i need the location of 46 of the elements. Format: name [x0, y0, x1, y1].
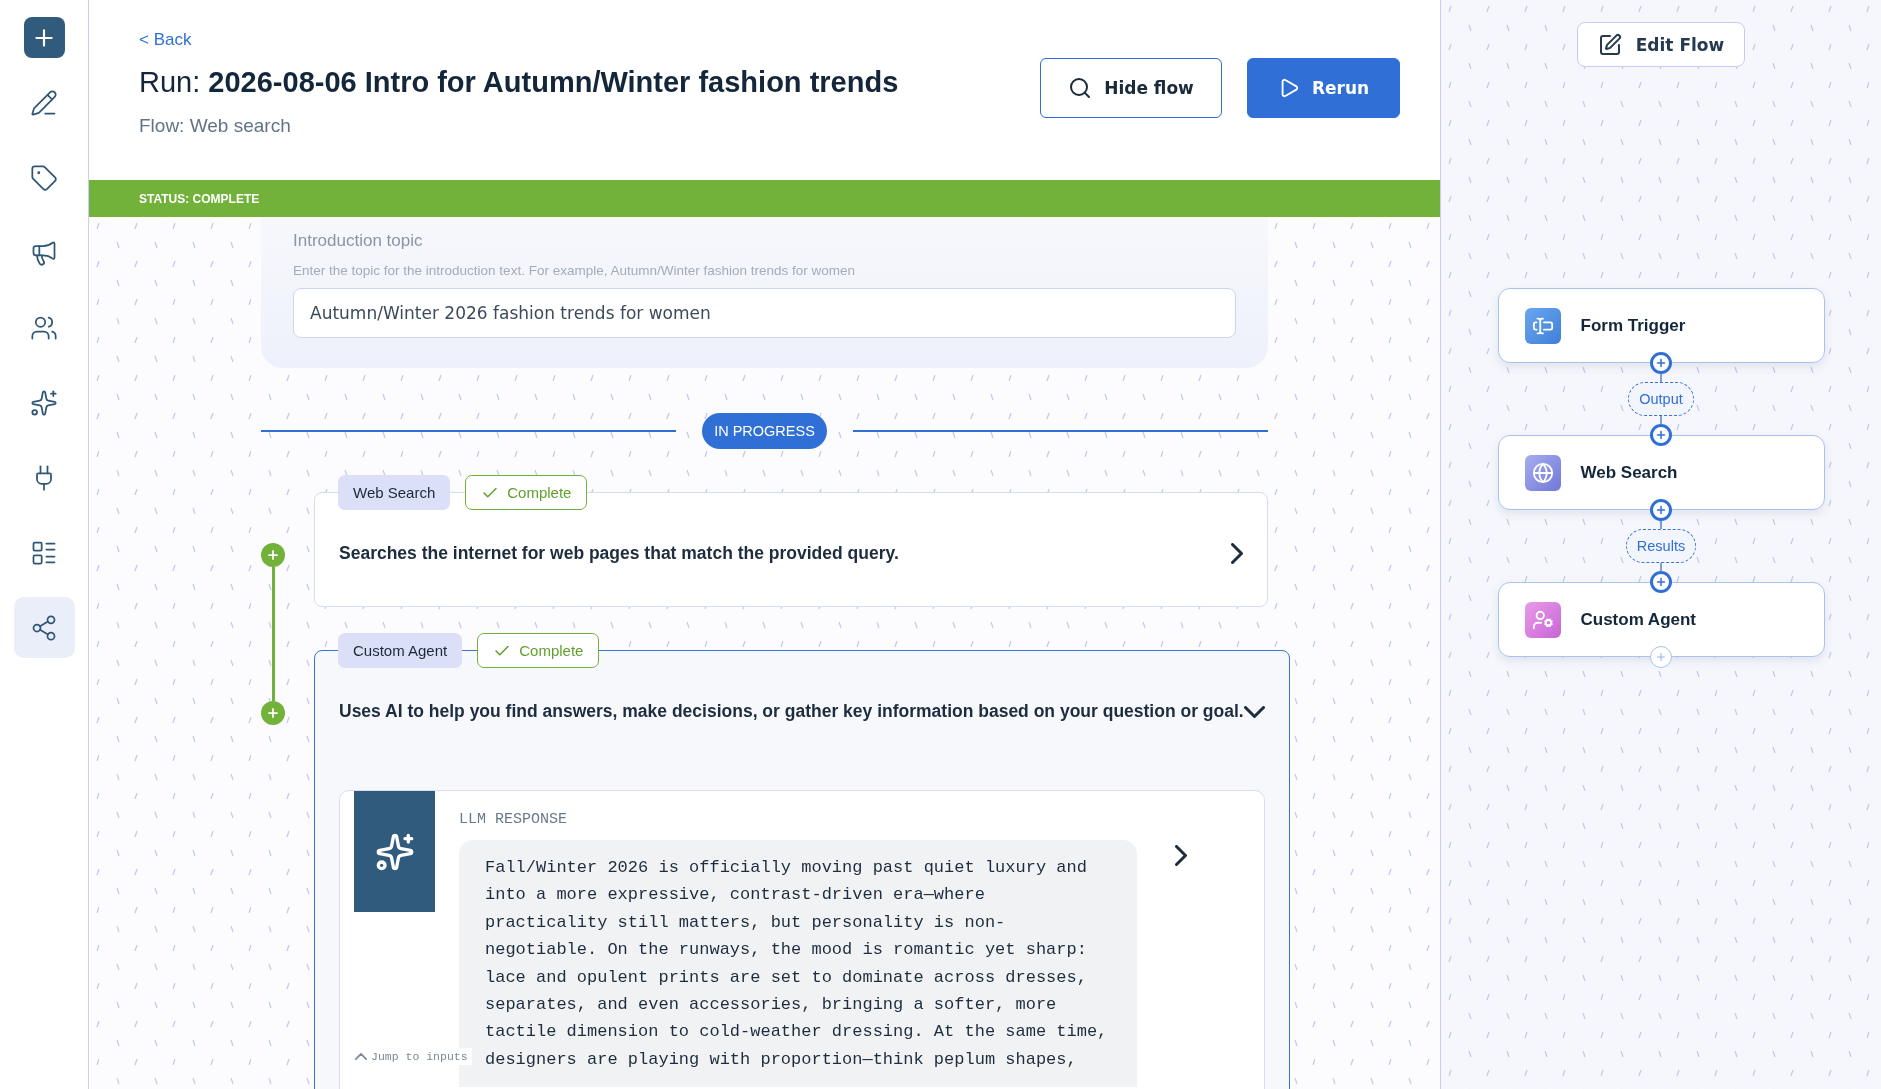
user-gear-icon: [1524, 601, 1561, 638]
share-nodes-icon: [30, 613, 58, 642]
edit-icon: [1597, 32, 1622, 57]
sparkles-icon: [30, 388, 58, 417]
status-bar: STATUS: COMPLETE: [89, 180, 1440, 217]
field-help-text: Enter the topic for the introduction text. For example, Autumn/Winter fashion trends for women: [293, 263, 857, 278]
run-title: Run: 2026-08-06 Intro for Autumn/Winter fashion trends: [139, 66, 899, 99]
flow-subtitle: Flow: Web search: [139, 115, 292, 137]
add-connector-icon[interactable]: [1650, 424, 1672, 446]
node-title: Form Trigger: [1580, 315, 1686, 336]
step-description: Searches the internet for web pages that match the provided query.: [339, 543, 899, 564]
rerun-button[interactable]: Rerun: [1247, 58, 1400, 118]
globe-icon: [1524, 454, 1561, 491]
flow-node[interactable]: Custom Agent: [1497, 582, 1825, 657]
step-status-tag: Complete: [465, 475, 588, 510]
step-status-tag: Complete: [477, 633, 600, 668]
search-icon: [1068, 76, 1093, 100]
edge-label: Results: [1625, 529, 1697, 563]
tag-icon: [30, 163, 58, 192]
edit-flow-button[interactable]: Edit Flow: [1577, 22, 1745, 67]
expand-button[interactable]: [1243, 705, 1265, 718]
sidebar-item[interactable]: [13, 597, 75, 658]
node-title: Custom Agent: [1580, 609, 1697, 630]
input-field[interactable]: Autumn/Winter 2026 fashion trends for women: [293, 288, 1236, 338]
step-description: Uses AI to help you find answers, make decisions, or gather key information based on your question or goal.: [339, 701, 1244, 722]
flow-node[interactable]: Web Search: [1497, 435, 1825, 510]
node-title: Web Search: [1580, 462, 1678, 483]
chevron-right-icon: [1175, 845, 1188, 866]
expand-button[interactable]: [1231, 543, 1243, 564]
hide-flow-button[interactable]: Hide flow: [1040, 58, 1222, 118]
field-label: Introduction topic: [293, 231, 424, 251]
open-response-button[interactable]: [1175, 845, 1188, 869]
flow-node[interactable]: Form Trigger: [1497, 288, 1825, 363]
step-name-tag: Custom Agent: [338, 633, 463, 668]
text-field-icon: [1524, 307, 1561, 344]
response-label: LLM RESPONSE: [459, 811, 569, 828]
chevron-down-icon: [1243, 705, 1265, 718]
chevron-right-icon: [1231, 543, 1243, 564]
back-link[interactable]: < Back: [139, 30, 899, 50]
new-button[interactable]: [23, 17, 65, 58]
add-connector-icon[interactable]: [1650, 352, 1672, 374]
add-connector-icon[interactable]: [1650, 571, 1672, 593]
edge-label: Output: [1628, 382, 1694, 416]
progress-pill: IN PROGRESS: [702, 413, 827, 449]
chevron-up-icon: [355, 1053, 367, 1060]
step-name-tag: Web Search: [338, 475, 451, 510]
